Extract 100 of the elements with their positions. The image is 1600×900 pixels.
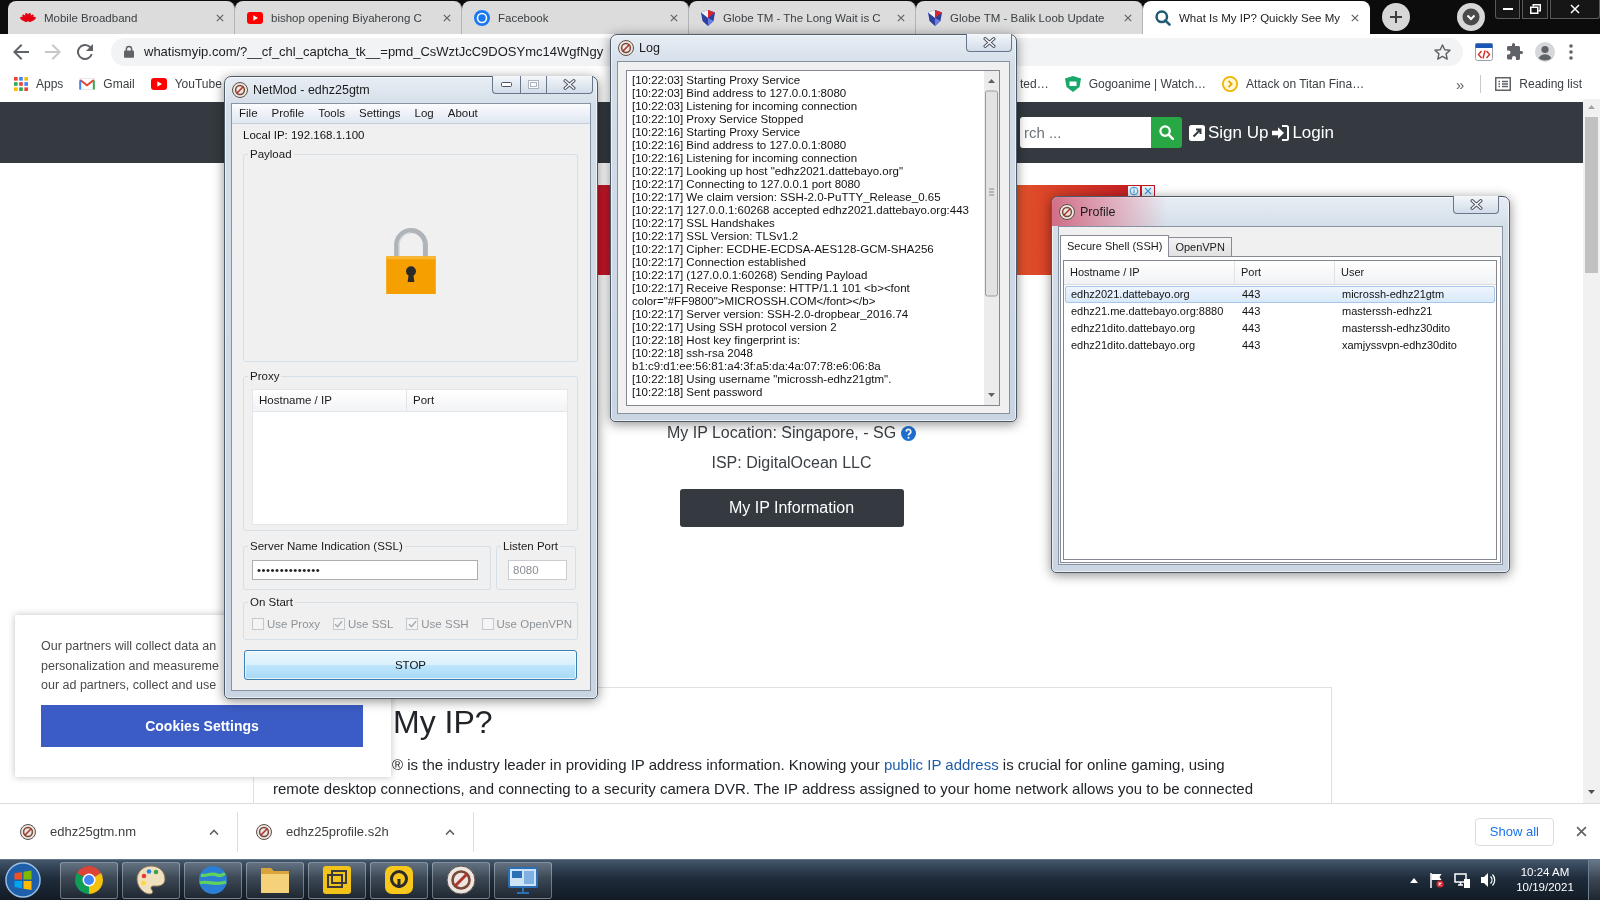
table-cell-text: edhz21dito.dattebayo.org (1070, 321, 1197, 336)
apps-grid-icon[interactable] (14, 77, 28, 91)
column-header: Hostname / IP (253, 390, 407, 411)
search-button[interactable] (1150, 117, 1182, 148)
text-link[interactable]: public IP address (883, 756, 999, 773)
table-row[interactable]: edhz21dito.dattebayo.org 443 masterssh-edhz30dito (1065, 320, 1495, 337)
browser-tab[interactable]: bishop opening Biyaherong C (235, 1, 462, 34)
reload-icon[interactable] (77, 43, 93, 60)
network-icon[interactable] (1454, 872, 1470, 888)
taskbar-button[interactable] (494, 861, 552, 899)
menu-item[interactable]: Tools (311, 104, 352, 123)
bookmark[interactable]: Gogoanime | Watch… (1064, 76, 1207, 92)
taskbar-button[interactable] (432, 861, 490, 899)
download-item[interactable]: edhz25profile.s2h (238, 811, 474, 852)
show-all-button[interactable]: Show all (1474, 817, 1554, 846)
puzzle-icon[interactable] (1506, 43, 1523, 60)
chevron-up-icon[interactable] (1410, 877, 1418, 883)
caret-up-icon[interactable] (209, 828, 219, 835)
cookies-settings-button[interactable]: Cookies Settings (41, 704, 363, 747)
bookmark[interactable]: ted… (1020, 77, 1049, 91)
scrollbar[interactable] (984, 71, 999, 405)
nav-link[interactable]: Sign Up (1188, 122, 1269, 143)
taskbar-button[interactable] (184, 861, 242, 899)
close-button[interactable] (547, 76, 593, 94)
menu-item[interactable]: Settings (352, 104, 408, 123)
table-row[interactable]: edhz2021.dattebayo.org 443 microssh-edhz21gtm (1065, 286, 1495, 303)
menu-item[interactable]: Profile (264, 104, 312, 123)
table-cell-text: 443 (1241, 287, 1262, 302)
table-cell-text: edhz21.me.dattebayo.org:8880 (1070, 304, 1225, 319)
envelope-icon[interactable] (79, 78, 96, 90)
bookmark[interactable]: Apps (14, 77, 64, 91)
bookmark[interactable]: Gmail (79, 77, 135, 91)
close-button[interactable] (1550, 0, 1600, 19)
browser-tab[interactable]: Globe TM - Balik Loob Update (916, 1, 1143, 34)
back-arrow-icon[interactable] (13, 43, 29, 60)
download-item[interactable]: edhz25gtm.nm (2, 811, 238, 852)
flag-icon[interactable] (1428, 872, 1444, 888)
menu-item[interactable]: File (232, 104, 265, 123)
close-icon[interactable] (897, 13, 905, 22)
close-icon[interactable] (443, 13, 451, 22)
tab[interactable]: OpenVPN (1169, 237, 1232, 256)
star-icon[interactable] (1434, 43, 1451, 60)
browser-tab[interactable]: Facebook (462, 1, 689, 34)
tab[interactable]: Secure Shell (SSH) (1060, 235, 1170, 257)
info-icon[interactable] (1128, 186, 1140, 196)
taskbar-button[interactable] (122, 861, 180, 899)
taskbar-button[interactable] (246, 861, 304, 899)
close-icon[interactable] (1142, 186, 1154, 196)
table-row[interactable]: edhz21.me.dattebayo.org:8880 443 masterssh-edhz21 (1065, 303, 1495, 320)
column-header: Port (1235, 261, 1335, 284)
show-desktop-button[interactable] (1588, 860, 1600, 900)
close-icon[interactable] (670, 13, 678, 22)
stop-button[interactable]: STOP (244, 650, 577, 680)
scrollbar[interactable] (1583, 99, 1600, 803)
menu-icon[interactable] (1569, 43, 1573, 60)
local-ip-text: Local IP: 192.168.1.100 (242, 128, 366, 143)
emblem-icon (232, 82, 248, 98)
speaker-icon[interactable] (1480, 872, 1496, 888)
close-icon[interactable] (216, 13, 224, 22)
plus-icon[interactable] (1382, 3, 1410, 31)
reading-list-button[interactable]: Reading list (1495, 77, 1582, 91)
close-icon[interactable] (1351, 13, 1359, 22)
nav-link[interactable]: Login (1272, 122, 1334, 143)
taskbar-button[interactable] (370, 861, 428, 899)
code-tile-icon[interactable] (1475, 42, 1493, 61)
restore-button[interactable] (1522, 0, 1548, 19)
checkmark-icon (334, 620, 344, 628)
column-header: Port (412, 393, 436, 408)
shield-icon[interactable] (1064, 76, 1081, 92)
minimize-icon (1502, 8, 1513, 10)
taskbar-button[interactable] (60, 861, 118, 899)
sni-input[interactable]: •••••••••••••• (252, 560, 478, 580)
video-play-icon[interactable] (150, 78, 167, 90)
bookmark[interactable]: Attack on Titan Fina… (1222, 76, 1365, 92)
close-icon[interactable] (1124, 13, 1132, 22)
browser-tab[interactable]: Mobile Broadband (8, 1, 235, 34)
caret-up-icon[interactable] (445, 828, 455, 835)
log-line: [10:22:18] Sent password (632, 386, 764, 399)
help-icon[interactable] (901, 425, 917, 441)
start-orb-icon[interactable] (5, 862, 41, 898)
minimize-button[interactable] (1495, 0, 1520, 19)
taskbar-button[interactable] (308, 861, 366, 899)
table-row[interactable]: edhz21dito.dattebayo.org 443 xamjyssvpn-edhz30dito (1065, 337, 1495, 354)
chevron-down-icon[interactable] (1457, 3, 1485, 31)
search-field[interactable]: rch ... (1019, 117, 1151, 148)
minimize-button[interactable] (492, 76, 520, 94)
browser-tab[interactable]: What Is My IP? Quickly See My (1143, 1, 1370, 34)
more-bookmarks[interactable]: » (1455, 75, 1465, 93)
close-button[interactable] (1453, 196, 1499, 214)
menu-item[interactable]: Log (407, 104, 441, 123)
bookmark[interactable]: YouTube (150, 77, 222, 91)
ip-information-button[interactable]: My IP Information (679, 489, 904, 527)
close-icon[interactable] (1576, 826, 1587, 837)
table-cell-text: 443 (1241, 304, 1262, 319)
close-button[interactable] (966, 34, 1012, 52)
avatar-icon[interactable] (1535, 41, 1555, 62)
lock-icon[interactable] (124, 45, 134, 58)
menu-item[interactable]: About (440, 104, 485, 123)
browser-tab[interactable]: Globe TM - The Long Wait is C (689, 1, 916, 34)
log-line: [10:22:16] Starting Proxy Service (632, 126, 802, 139)
